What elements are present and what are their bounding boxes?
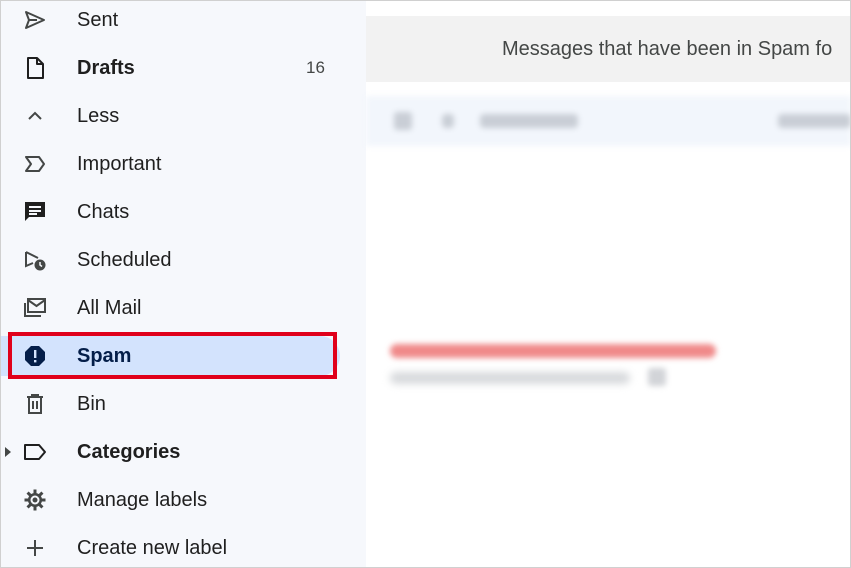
blurred-checkbox (394, 112, 412, 130)
sidebar-item-label: Categories (77, 440, 181, 463)
sidebar-item-chats[interactable]: Chats (0, 192, 340, 232)
sidebar-item-label: Scheduled (77, 248, 172, 271)
sidebar-item-categories[interactable]: Categories (0, 432, 340, 472)
sidebar-item-create-label[interactable]: Create new label (0, 528, 340, 568)
blurred-action-text (480, 114, 578, 128)
gear-icon (22, 487, 48, 513)
blurred-pagination (778, 114, 851, 128)
chevron-up-icon (22, 103, 48, 129)
sidebar-item-less[interactable]: Less (0, 96, 340, 136)
sidebar-item-label: Important (77, 152, 162, 175)
sidebar-item-label: Manage labels (77, 488, 208, 511)
sidebar-item-manage-labels[interactable]: Manage labels (0, 480, 340, 520)
sidebar-item-label: All Mail (77, 296, 142, 319)
blurred-message-icon (648, 368, 666, 386)
sidebar-item-scheduled[interactable]: Scheduled (0, 240, 340, 280)
blurred-message-subject (390, 344, 716, 358)
label-icon (22, 439, 48, 465)
main-panel: Messages that have been in Spam fo (366, 0, 851, 568)
chat-icon (22, 199, 48, 225)
sidebar-item-all-mail[interactable]: All Mail (0, 288, 340, 328)
sidebar-item-bin[interactable]: Bin (0, 384, 340, 424)
sidebar-item-label: Drafts (77, 56, 135, 79)
blurred-message-sender (390, 372, 630, 384)
sidebar-item-label: Bin (77, 392, 106, 415)
sidebar-item-label: Create new label (77, 536, 228, 559)
drafts-count: 16 (306, 58, 325, 77)
sidebar: Sent Drafts 16 Less Important Chats Sche… (0, 0, 366, 568)
send-icon (22, 7, 48, 33)
important-icon (22, 151, 48, 177)
sidebar-item-sent[interactable]: Sent (0, 0, 340, 40)
sidebar-item-label: Sent (77, 8, 119, 31)
plus-icon (22, 535, 48, 561)
spam-highlight-box (8, 332, 337, 379)
blurred-toolbar (366, 96, 851, 146)
sidebar-item-drafts[interactable]: Drafts 16 (0, 48, 340, 88)
sidebar-item-label: Chats (77, 200, 130, 223)
scheduled-icon (22, 247, 48, 273)
draft-icon (22, 55, 48, 81)
trash-icon (22, 391, 48, 417)
sidebar-item-label: Less (77, 104, 120, 127)
sidebar-item-important[interactable]: Important (0, 144, 340, 184)
blurred-dropdown (442, 114, 454, 128)
all-mail-icon (22, 295, 48, 321)
spam-banner-text: Messages that have been in Spam fo (502, 38, 833, 60)
expand-arrow-icon[interactable] (5, 447, 11, 457)
